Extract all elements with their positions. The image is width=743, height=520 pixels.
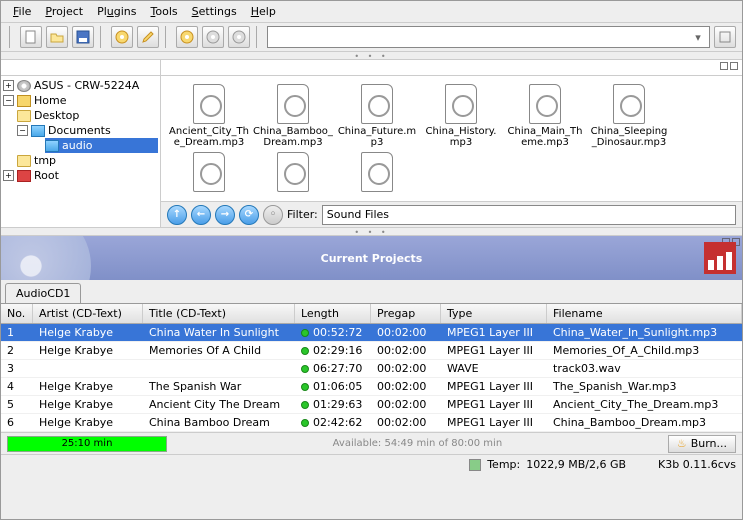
audio-file-icon	[613, 84, 645, 124]
audio-file-icon	[445, 84, 477, 124]
file-label: China_Sleeping_Dinosaur.mp3	[589, 126, 669, 148]
file-item[interactable]: China_Main_Theme.mp3	[505, 84, 585, 148]
file-label: China_Main_Theme.mp3	[505, 126, 585, 148]
new-button[interactable]	[20, 26, 42, 48]
file-pane: Ancient_City_The_Dream.mp3China_Bamboo_D…	[161, 60, 742, 227]
tab-audiocd1[interactable]: AudioCD1	[5, 283, 81, 303]
k3b-logo	[704, 242, 736, 274]
disc-graphic	[1, 236, 101, 280]
tree-item-home[interactable]: −Home	[3, 93, 158, 108]
burn-icon: ♨	[677, 437, 687, 450]
file-label: China_Future.mp3	[337, 126, 417, 148]
temp-icon	[469, 459, 481, 471]
disc-button-4[interactable]	[228, 26, 250, 48]
nav-back-button[interactable]: ←	[191, 205, 211, 225]
tree-item-tmp[interactable]: tmp	[17, 153, 158, 168]
audio-file-icon	[277, 152, 309, 192]
file-label: Ancient_City_The_Dream.mp3	[169, 126, 249, 148]
open-button[interactable]	[46, 26, 68, 48]
app-version: K3b 0.11.6cvs	[658, 458, 736, 471]
status-led-icon	[301, 329, 309, 337]
table-row[interactable]: 1Helge KrabyeChina Water In Sunlight00:5…	[1, 324, 742, 342]
status-led-icon	[301, 383, 309, 391]
menu-tools[interactable]: Tools	[145, 3, 184, 20]
projects-title: Current Projects	[321, 252, 423, 265]
tree-item-desktop[interactable]: Desktop	[17, 108, 158, 123]
menu-help[interactable]: Help	[245, 3, 282, 20]
filter-input[interactable]	[322, 205, 736, 225]
burn-button[interactable]: ♨Burn...	[668, 435, 736, 453]
file-item[interactable]: China_Sleeping_Dinosaur.mp3	[589, 84, 669, 148]
file-item[interactable]: China_Future.mp3	[337, 84, 417, 148]
file-item[interactable]	[169, 152, 249, 192]
filter-bar: ↑ ← → ⟳ ◦ Filter:	[161, 201, 742, 227]
audio-file-icon	[361, 152, 393, 192]
nav-up-button[interactable]: ↑	[167, 205, 187, 225]
capacity-used: 25:10 min	[7, 436, 167, 452]
table-row[interactable]: 306:27:7000:02:00WAVEtrack03.wav	[1, 360, 742, 378]
toolbar-extra-button[interactable]	[714, 26, 736, 48]
menu-file[interactable]: File	[7, 3, 37, 20]
tree-item-documents[interactable]: −Documents	[17, 123, 158, 138]
file-item[interactable]: China_History.mp3	[421, 84, 501, 148]
tree-item-root[interactable]: +Root	[3, 168, 158, 183]
menu-plugins[interactable]: Plugins	[91, 3, 142, 20]
audio-file-icon	[361, 84, 393, 124]
splitter-grip[interactable]: • • •	[1, 52, 742, 60]
grid-header[interactable]: No. Artist (CD-Text) Title (CD-Text) Len…	[1, 304, 742, 324]
audio-file-icon	[529, 84, 561, 124]
table-row[interactable]: 4Helge KrabyeThe Spanish War01:06:0500:0…	[1, 378, 742, 396]
file-label: China_History.mp3	[421, 126, 501, 148]
folder-tree: +ASUS - CRW-5224A −Home Desktop −Documen…	[1, 60, 161, 227]
tree-item-audio[interactable]: audio	[45, 138, 158, 153]
splitter-grip-2[interactable]: • • •	[1, 228, 742, 236]
status-led-icon	[301, 365, 309, 373]
disc-button-1[interactable]	[111, 26, 133, 48]
menu-settings[interactable]: Settings	[186, 3, 243, 20]
audio-file-icon	[193, 84, 225, 124]
pane-controls[interactable]	[718, 60, 742, 75]
file-item[interactable]	[253, 152, 333, 192]
table-row[interactable]: 5Helge KrabyeAncient City The Dream01:29…	[1, 396, 742, 414]
statusbar: Temp: 1022,9 MB/2,6 GB K3b 0.11.6cvs	[1, 454, 742, 474]
save-button[interactable]	[72, 26, 94, 48]
file-item[interactable]	[337, 152, 417, 192]
file-label: China_Bamboo_Dream.mp3	[253, 126, 333, 148]
project-tabs: AudioCD1	[1, 280, 742, 304]
temp-label: Temp:	[487, 458, 520, 471]
status-led-icon	[301, 419, 309, 427]
tree-item-drive[interactable]: +ASUS - CRW-5224A	[3, 78, 158, 93]
disc-button-2[interactable]	[176, 26, 198, 48]
projects-header: Current Projects	[1, 236, 742, 280]
toolbar-combo[interactable]: ▾	[267, 26, 710, 48]
menubar: File Project Plugins Tools Settings Help	[1, 1, 742, 23]
nav-reload-button[interactable]: ⟳	[239, 205, 259, 225]
capacity-bar: 25:10 min Available: 54:49 min of 80:00 …	[1, 432, 742, 454]
filter-label: Filter:	[287, 208, 318, 221]
file-item[interactable]: China_Bamboo_Dream.mp3	[253, 84, 333, 148]
disc-button-3[interactable]	[202, 26, 224, 48]
temp-value: 1022,9 MB/2,6 GB	[526, 458, 626, 471]
table-row[interactable]: 6Helge KrabyeChina Bamboo Dream02:42:620…	[1, 414, 742, 432]
nav-stop-button[interactable]: ◦	[263, 205, 283, 225]
table-row[interactable]: 2Helge KrabyeMemories Of A Child02:29:16…	[1, 342, 742, 360]
nav-fwd-button[interactable]: →	[215, 205, 235, 225]
audio-file-icon	[193, 152, 225, 192]
status-led-icon	[301, 347, 309, 355]
capacity-info: Available: 54:49 min of 80:00 min	[175, 438, 660, 449]
audio-file-icon	[277, 84, 309, 124]
menu-project[interactable]: Project	[39, 3, 89, 20]
file-item[interactable]: Ancient_City_The_Dream.mp3	[169, 84, 249, 148]
status-led-icon	[301, 401, 309, 409]
track-grid: No. Artist (CD-Text) Title (CD-Text) Len…	[1, 304, 742, 432]
toolbar: ▾	[1, 23, 742, 52]
edit-button[interactable]	[137, 26, 159, 48]
